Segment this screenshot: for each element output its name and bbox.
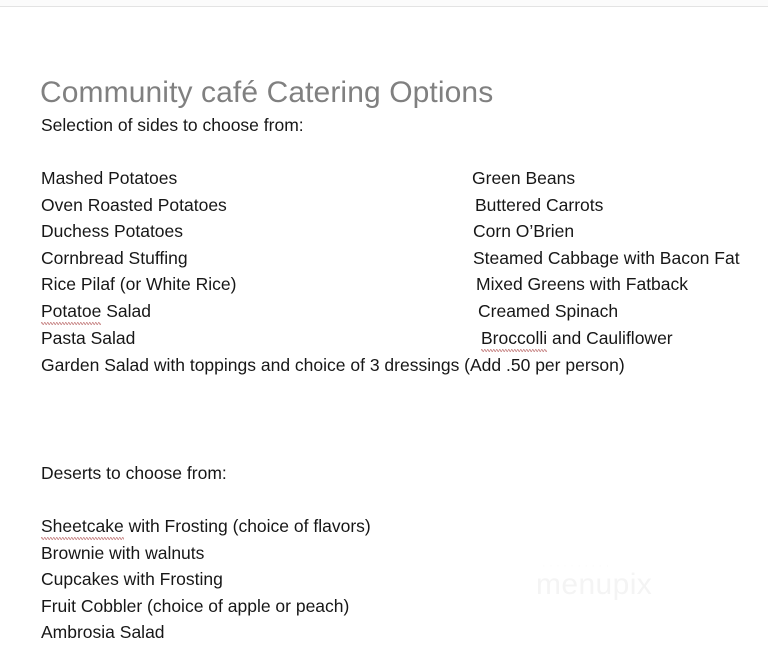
sides-right-column: Green Beans Buttered Carrots Corn O’Brie… [470,167,740,353]
list-item: Cupcakes with Frosting [41,568,371,595]
side-item-label: Duchess Potatoes [41,221,184,242]
list-item: Rice Pilaf (or White Rice) [41,273,236,300]
spellcheck-misspelled-word: Broccolli [481,327,548,352]
side-item-label: Corn O’Brien [473,221,575,242]
side-item-label: Green Beans [472,168,576,188]
side-item-label: Creamed Spinach [478,300,619,321]
desserts-section-heading: Deserts to choose from: [41,463,227,483]
side-item-label: Salad [101,300,151,321]
side-item-label: Mashed Potatoes [41,168,178,188]
list-item: Green Beans [470,167,740,194]
watermark-top-text: ·········· [542,560,613,572]
dessert-item-label: Cupcakes with Frosting [41,569,223,590]
list-item: Mashed Potatoes [41,167,236,194]
list-item: Sheetcake with Frosting (choice of flavo… [41,515,371,542]
dessert-item-label: Ambrosia Salad [41,622,165,643]
spellcheck-misspelled-word: Sheetcake [41,516,124,540]
top-divider-rule [0,6,768,7]
dessert-item-label: with Frosting (choice of flavors) [123,516,371,536]
list-item: Oven Roasted Potatoes [41,194,236,221]
menupix-watermark: ·········· menupix [536,560,726,604]
list-item: Mixed Greens with Fatback [470,273,740,300]
list-item: Pasta Salad [41,327,236,354]
side-item-garden-salad: Garden Salad with toppings and choice of… [41,355,625,375]
sides-left-column: Mashed Potatoes Oven Roasted Potatoes Du… [41,167,236,353]
dessert-item-label: Fruit Cobbler (choice of apple or peach) [41,595,350,616]
side-item-label: and Cauliflower [547,327,673,348]
desserts-list: Sheetcake with Frosting (choice of flavo… [41,515,371,648]
list-item: Ambrosia Salad [41,621,371,648]
side-item-label: Buttered Carrots [475,194,604,215]
document-page: Community café Catering Options Selectio… [0,0,768,670]
sides-section-heading: Selection of sides to choose from: [41,115,304,135]
list-item: Fruit Cobbler (choice of apple or peach) [41,595,371,622]
list-item: Creamed Spinach [470,300,740,327]
list-item: Brownie with walnuts [41,542,371,569]
side-item-label: Cornbread Stuffing [41,247,188,268]
side-item-label: Mixed Greens with Fatback [476,274,689,295]
side-item-label: Rice Pilaf (or White Rice) [41,274,237,295]
side-item-label: Steamed Cabbage with Bacon Fat [473,247,740,268]
spellcheck-misspelled-word: Potatoe [41,300,102,325]
page-title: Community café Catering Options [40,76,494,110]
list-item: Broccolli and Cauliflower [470,327,740,354]
list-item: Buttered Carrots [470,194,740,221]
list-item: Potatoe Salad [41,300,236,327]
list-item: Cornbread Stuffing [41,247,236,274]
list-item: Corn O’Brien [470,220,740,247]
list-item: Duchess Potatoes [41,220,236,247]
side-item-label: Pasta Salad [41,327,136,348]
dessert-item-label: Brownie with walnuts [41,542,205,563]
list-item: Steamed Cabbage with Bacon Fat [470,247,740,274]
watermark-main-text: menupix [536,568,653,601]
side-item-label: Oven Roasted Potatoes [41,194,227,215]
